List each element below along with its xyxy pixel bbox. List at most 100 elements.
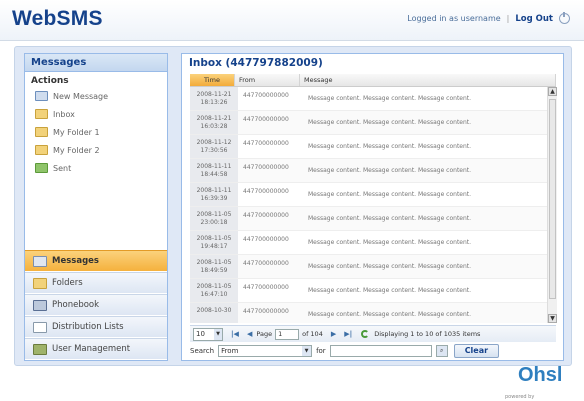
next-page-icon[interactable]: ▶: [331, 330, 336, 338]
message-cell: Message content. Message content. Messag…: [308, 191, 472, 198]
for-label: for: [316, 347, 326, 355]
action-sent[interactable]: Sent: [25, 159, 167, 177]
table-row[interactable]: 2008-11-11 18:44:58 447700000000 Message …: [190, 159, 547, 183]
logout-link[interactable]: Log Out: [515, 14, 553, 24]
table-row[interactable]: 2008-11-12 17:30:56 447700000000 Message …: [190, 135, 547, 159]
accordion-label: Messages: [52, 256, 99, 266]
table-row[interactable]: 2008-11-05 19:48:17 447700000000 Message …: [190, 231, 547, 255]
time-cell: 2008-11-11 18:44:58: [190, 159, 238, 182]
page-size-select[interactable]: 10 ▼: [193, 327, 223, 341]
from-cell: 447700000000: [243, 212, 289, 219]
scroll-thumb[interactable]: [549, 99, 556, 299]
from-cell: 447700000000: [243, 164, 289, 171]
refresh-icon[interactable]: [361, 330, 370, 338]
folder-icon: [35, 145, 48, 155]
table-row[interactable]: 2008-11-11 16:39:39 447700000000 Message …: [190, 183, 547, 207]
message-cell: Message content. Message content. Messag…: [308, 311, 472, 318]
accordion-label: Distribution Lists: [52, 322, 124, 332]
accordion-label: Phonebook: [52, 300, 100, 310]
accordion-user-management[interactable]: User Management: [25, 338, 167, 359]
accordion-label: User Management: [52, 344, 131, 354]
inbox-panel: Inbox (447797882009) Time From Message 2…: [181, 53, 564, 361]
time-cell: 2008-11-05 18:49:59: [190, 255, 238, 278]
time-cell: 2008-11-05 19:48:17: [190, 231, 238, 254]
time-cell: 2008-11-05 16:47:10: [190, 279, 238, 302]
grid-header: Time From Message: [190, 74, 556, 87]
table-row[interactable]: 2008-11-05 16:47:10 447700000000 Message …: [190, 279, 547, 303]
chevron-down-icon: ▼: [214, 328, 222, 340]
message-cell: Message content. Message content. Messag…: [308, 287, 472, 294]
column-header-from[interactable]: From: [235, 74, 300, 86]
column-header-message[interactable]: Message: [300, 74, 556, 86]
page-label: Page: [256, 330, 273, 338]
table-row[interactable]: 2008-11-05 23:00:18 447700000000 Message …: [190, 207, 547, 231]
time-cell: 2008-11-05 23:00:18: [190, 207, 238, 230]
accordion-label: Folders: [52, 278, 83, 288]
display-info: Displaying 1 to 10 of 1035 items: [374, 330, 481, 338]
search-icon[interactable]: ⌕: [435, 345, 448, 357]
action-label: Sent: [53, 163, 72, 173]
scroll-up-icon[interactable]: ▲: [548, 87, 557, 96]
from-cell: 447700000000: [243, 188, 289, 195]
user-area: Logged in as username | Log Out: [407, 12, 570, 24]
page-number-input[interactable]: 1: [275, 328, 300, 340]
actions-heading: Actions: [31, 76, 69, 86]
action-label: New Message: [53, 91, 109, 101]
action-label: Inbox: [53, 109, 75, 119]
action-label: My Folder 1: [53, 127, 100, 137]
page-count: of 104: [302, 330, 323, 338]
from-cell: 447700000000: [243, 284, 289, 291]
search-bar: Search From ▼ for ⌕ Clear: [190, 344, 556, 358]
app-header: WebSMS Logged in as username | Log Out: [0, 0, 584, 41]
user-icon: [33, 343, 47, 355]
accordion-messages[interactable]: Messages: [25, 250, 167, 271]
grid-scrollbar[interactable]: ▲ ▼: [547, 87, 557, 323]
table-row[interactable]: 2008-11-05 18:49:59 447700000000 Message …: [190, 255, 547, 279]
new-message-icon: [35, 91, 48, 101]
logged-in-text: Logged in as username: [407, 14, 501, 23]
brand-logo: Ohsl: [518, 364, 563, 386]
folder-icon: [35, 109, 48, 119]
message-cell: Message content. Message content. Messag…: [308, 119, 472, 126]
column-header-time[interactable]: Time: [190, 74, 235, 86]
folder-icon: [33, 277, 47, 289]
action-my-folder-1[interactable]: My Folder 1: [25, 123, 167, 141]
sidebar: Messages Actions New Message Inbox My Fo…: [24, 53, 168, 361]
action-new-message[interactable]: New Message: [25, 87, 167, 105]
search-input[interactable]: [329, 345, 432, 357]
prev-page-icon[interactable]: ◀: [247, 330, 252, 338]
time-cell: 2008-11-21 18:13:26: [190, 87, 238, 110]
message-cell: Message content. Message content. Messag…: [308, 215, 472, 222]
action-my-folder-2[interactable]: My Folder 2: [25, 141, 167, 159]
time-cell: 2008-10-30: [190, 303, 238, 323]
messages-icon: [33, 255, 47, 267]
table-row[interactable]: 2008-11-21 18:13:26 447700000000 Message …: [190, 87, 547, 111]
paging-toolbar: 10 ▼ |◀ ◀ Page 1 of 104 ▶ ▶| Displaying …: [190, 325, 556, 342]
from-cell: 447700000000: [243, 236, 289, 243]
app-title: WebSMS: [12, 7, 103, 30]
message-cell: Message content. Message content. Messag…: [308, 167, 472, 174]
list-icon: [33, 321, 47, 333]
table-row[interactable]: 2008-10-30 447700000000 Message content.…: [190, 303, 547, 323]
first-page-icon[interactable]: |◀: [231, 330, 239, 338]
sidebar-title: Messages: [25, 54, 167, 72]
search-field-select[interactable]: From ▼: [218, 345, 313, 357]
from-cell: 447700000000: [243, 260, 289, 267]
power-icon[interactable]: [559, 12, 570, 24]
clear-button[interactable]: Clear: [453, 344, 500, 358]
action-label: My Folder 2: [53, 145, 100, 155]
header-separator: |: [506, 14, 510, 23]
scroll-down-icon[interactable]: ▼: [548, 314, 557, 323]
inbox-title: Inbox (447797882009): [189, 57, 323, 69]
from-cell: 447700000000: [243, 140, 289, 147]
action-inbox[interactable]: Inbox: [25, 105, 167, 123]
message-cell: Message content. Message content. Messag…: [308, 263, 472, 270]
accordion-distribution-lists[interactable]: Distribution Lists: [25, 316, 167, 337]
accordion-phonebook[interactable]: Phonebook: [25, 294, 167, 315]
table-row[interactable]: 2008-11-21 16:03:28 447700000000 Message …: [190, 111, 547, 135]
from-cell: 447700000000: [243, 116, 289, 123]
message-cell: Message content. Message content. Messag…: [308, 143, 472, 150]
time-cell: 2008-11-21 16:03:28: [190, 111, 238, 134]
last-page-icon[interactable]: ▶|: [344, 330, 352, 338]
accordion-folders[interactable]: Folders: [25, 272, 167, 293]
